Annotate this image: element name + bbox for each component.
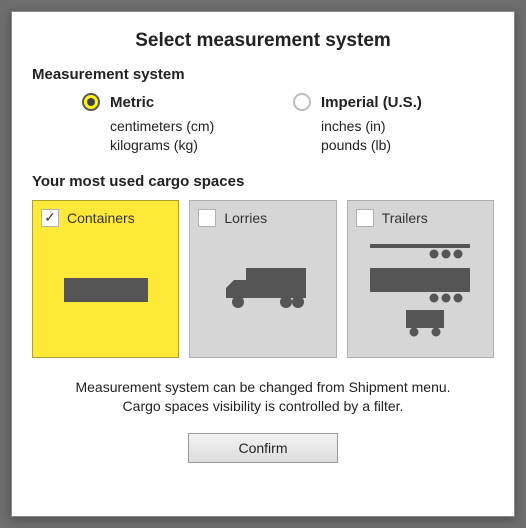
radio-imperial[interactable] (293, 93, 311, 111)
radio-sub-imperial-1: inches (in) (321, 117, 494, 136)
radio-sub-metric-1: centimeters (cm) (110, 117, 283, 136)
measurement-dialog: Select measurement system Measurement sy… (11, 11, 515, 517)
container-icon (56, 258, 156, 318)
radio-sub-metric-2: kilograms (kg) (110, 136, 283, 155)
cargo-label-containers: Containers (67, 210, 135, 226)
cargo-card-lorries[interactable]: Lorries (189, 200, 336, 358)
measurement-radio-group: Metric centimeters (cm) kilograms (kg) I… (32, 93, 494, 155)
cargo-card-row: ✓ Containers Lorries (32, 200, 494, 358)
dialog-title: Select measurement system (32, 30, 494, 52)
confirm-button[interactable]: Confirm (188, 433, 338, 463)
note-line-2: Cargo spaces visibility is controlled by… (32, 397, 494, 417)
radio-label-metric: Metric (110, 94, 154, 111)
checkbox-lorries[interactable] (198, 209, 216, 227)
button-row: Confirm (32, 433, 494, 463)
dialog-note: Measurement system can be changed from S… (32, 378, 494, 417)
cargo-section-label: Your most used cargo spaces (32, 173, 494, 190)
lorry-icon (208, 258, 318, 318)
cargo-label-lorries: Lorries (224, 210, 267, 226)
trailer-icon (360, 238, 480, 338)
radio-option-imperial[interactable]: Imperial (U.S.) inches (in) pounds (lb) (293, 93, 494, 155)
cargo-card-containers[interactable]: ✓ Containers (32, 200, 179, 358)
measurement-section-label: Measurement system (32, 66, 494, 83)
radio-metric[interactable] (82, 93, 100, 111)
checkbox-containers[interactable]: ✓ (41, 209, 59, 227)
checkbox-trailers[interactable] (356, 209, 374, 227)
cargo-card-trailers[interactable]: Trailers (347, 200, 494, 358)
radio-sub-imperial-2: pounds (lb) (321, 136, 494, 155)
cargo-label-trailers: Trailers (382, 210, 428, 226)
note-line-1: Measurement system can be changed from S… (32, 378, 494, 398)
radio-option-metric[interactable]: Metric centimeters (cm) kilograms (kg) (82, 93, 283, 155)
radio-label-imperial: Imperial (U.S.) (321, 94, 422, 111)
